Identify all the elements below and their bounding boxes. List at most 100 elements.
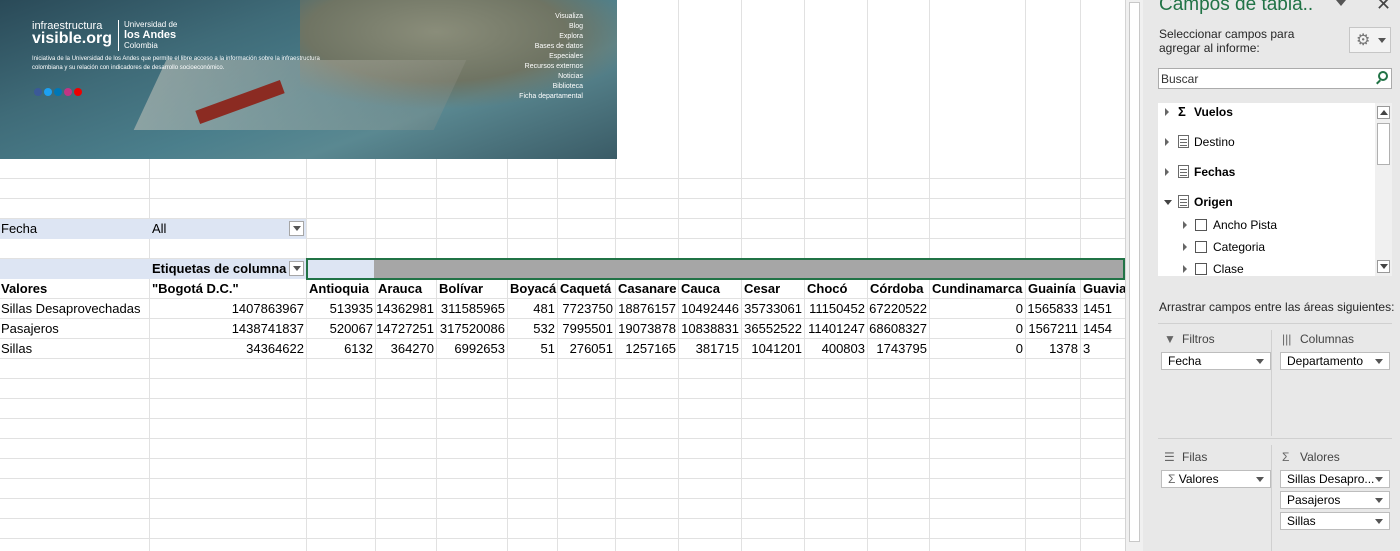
field-item[interactable]: Origen xyxy=(1158,192,1375,212)
column-header[interactable]: Antioquia xyxy=(309,279,375,299)
value-cell[interactable]: 532 xyxy=(507,319,557,339)
value-cell[interactable]: 1743795 xyxy=(867,339,929,359)
column-header[interactable]: Arauca xyxy=(378,279,436,299)
field-list-scrollbar[interactable] xyxy=(1375,103,1392,276)
field-checkbox[interactable] xyxy=(1195,241,1207,253)
value-cell[interactable]: 1257165 xyxy=(615,339,678,359)
banner-image[interactable]: infraestructura visible.org Universidad … xyxy=(0,0,617,159)
search-icon[interactable] xyxy=(1378,71,1388,81)
column-header[interactable]: "Bogotá D.C." xyxy=(152,279,303,299)
value-cell[interactable]: 19073878 xyxy=(615,319,678,339)
expand-arrow-icon[interactable] xyxy=(1165,108,1169,116)
chevron-down-icon[interactable] xyxy=(1375,359,1383,364)
banner-menu-item[interactable]: Bases de datos xyxy=(519,42,583,52)
value-cell[interactable]: 400803 xyxy=(804,339,867,359)
value-cell[interactable]: 520067 xyxy=(306,319,375,339)
banner-menu-item[interactable]: Especiales xyxy=(519,52,583,62)
filter-value[interactable]: All xyxy=(152,219,287,239)
value-cell[interactable]: 0 xyxy=(929,339,1025,359)
area-field-item[interactable]: Sillas xyxy=(1280,512,1390,530)
field-item[interactable]: Ancho Pista xyxy=(1158,215,1375,235)
column-labels-dropdown-button[interactable] xyxy=(289,261,304,276)
value-cell[interactable]: 51 xyxy=(507,339,557,359)
value-cell[interactable]: 36552522 xyxy=(741,319,804,339)
column-header[interactable]: Cauca xyxy=(681,279,741,299)
search-input[interactable] xyxy=(1159,69,1359,88)
values-area-box[interactable]: Sillas Desapro... Pasajeros Sillas xyxy=(1280,470,1390,551)
area-field-item[interactable]: Fecha xyxy=(1161,352,1271,370)
column-header[interactable]: Chocó xyxy=(807,279,867,299)
field-item[interactable]: Clase xyxy=(1158,259,1375,276)
value-cell[interactable]: 14727251 xyxy=(375,319,436,339)
value-cell[interactable]: 11401247 xyxy=(804,319,867,339)
tools-button[interactable]: ⚙ xyxy=(1349,27,1391,53)
value-cell[interactable]: 10492446 xyxy=(678,299,741,319)
value-cell[interactable]: 35733061 xyxy=(741,299,804,319)
column-header[interactable]: Cesar xyxy=(744,279,804,299)
area-field-item[interactable]: Pasajeros xyxy=(1280,491,1390,509)
value-cell[interactable]: 276051 xyxy=(557,339,615,359)
chevron-down-icon[interactable] xyxy=(1375,498,1383,503)
value-cell[interactable]: 1407863967 xyxy=(152,299,306,319)
value-cell[interactable]: 364270 xyxy=(375,339,436,359)
value-cell[interactable]: 1378 xyxy=(1025,339,1080,359)
value-cell[interactable]: 11150452 xyxy=(804,299,867,319)
expand-arrow-icon[interactable] xyxy=(1183,265,1187,273)
value-cell[interactable]: 6132 xyxy=(306,339,375,359)
close-icon[interactable]: ✕ xyxy=(1376,0,1391,15)
value-cell[interactable]: 6992653 xyxy=(436,339,507,359)
value-cell[interactable]: 1567211 xyxy=(1025,319,1080,339)
banner-menu-item[interactable]: Blog xyxy=(519,22,583,32)
field-item[interactable]: Categoria xyxy=(1158,237,1375,257)
column-header[interactable]: Casanare xyxy=(618,279,678,299)
column-header[interactable]: Guaviare xyxy=(1083,279,1125,299)
collapse-arrow-icon[interactable] xyxy=(1164,200,1172,205)
chevron-down-icon[interactable] xyxy=(1375,519,1383,524)
area-field-item[interactable]: Σ Valores xyxy=(1161,470,1271,488)
field-item[interactable]: Σ Vuelos xyxy=(1158,103,1375,122)
column-header[interactable]: Boyacá xyxy=(510,279,557,299)
value-cell[interactable]: 311585965 xyxy=(436,299,507,319)
value-cell[interactable]: 18876157 xyxy=(615,299,678,319)
field-checkbox[interactable] xyxy=(1195,219,1207,231)
value-cell[interactable]: 1438741837 xyxy=(152,319,306,339)
banner-menu-item[interactable]: Ficha departamental xyxy=(519,92,583,102)
area-field-item[interactable]: Sillas Desapro... xyxy=(1280,470,1390,488)
expand-arrow-icon[interactable] xyxy=(1165,138,1169,146)
column-header[interactable]: Bolívar xyxy=(439,279,507,299)
value-cell[interactable]: 7723750 xyxy=(557,299,615,319)
selected-range[interactable] xyxy=(306,258,1125,280)
spreadsheet-grid[interactable]: infraestructura visible.org Universidad … xyxy=(0,0,1125,551)
column-header[interactable]: Guainía xyxy=(1028,279,1080,299)
field-item[interactable]: Fechas xyxy=(1158,162,1375,182)
field-list-scroll-thumb[interactable] xyxy=(1377,123,1390,165)
columns-area-box[interactable]: Departamento xyxy=(1280,352,1390,434)
row-label[interactable]: Sillas xyxy=(1,339,149,359)
value-cell[interactable]: 481 xyxy=(507,299,557,319)
scrollbar-thumb[interactable] xyxy=(1129,2,1140,542)
value-cell[interactable]: 10838831 xyxy=(678,319,741,339)
scroll-down-icon[interactable] xyxy=(1377,260,1390,273)
scroll-up-icon[interactable] xyxy=(1377,106,1390,119)
value-cell[interactable]: 14362981 xyxy=(375,299,436,319)
banner-menu-item[interactable]: Recursos externos xyxy=(519,62,583,72)
sheet-vertical-scrollbar[interactable] xyxy=(1125,0,1143,551)
area-field-item[interactable]: Departamento xyxy=(1280,352,1390,370)
value-cell[interactable]: 7995501 xyxy=(557,319,615,339)
filter-dropdown-button[interactable] xyxy=(289,221,304,236)
value-cell[interactable]: 1041201 xyxy=(741,339,804,359)
value-cell[interactable]: 0 xyxy=(929,319,1025,339)
banner-menu-item[interactable]: Explora xyxy=(519,32,583,42)
column-header[interactable]: Cundinamarca xyxy=(932,279,1025,299)
row-label[interactable]: Pasajeros xyxy=(1,319,149,339)
expand-arrow-icon[interactable] xyxy=(1165,168,1169,176)
value-cell[interactable]: 67220522 xyxy=(867,299,929,319)
banner-menu-item[interactable]: Visualiza xyxy=(519,12,583,22)
expand-arrow-icon[interactable] xyxy=(1183,243,1187,251)
panel-options-chevron-icon[interactable] xyxy=(1336,0,1346,6)
search-field[interactable] xyxy=(1158,68,1392,89)
value-cell[interactable]: 317520086 xyxy=(436,319,507,339)
value-cell[interactable]: 3 xyxy=(1080,339,1125,359)
row-label[interactable]: Sillas Desaprovechadas xyxy=(1,299,149,319)
filters-area-box[interactable]: Fecha xyxy=(1161,352,1271,434)
